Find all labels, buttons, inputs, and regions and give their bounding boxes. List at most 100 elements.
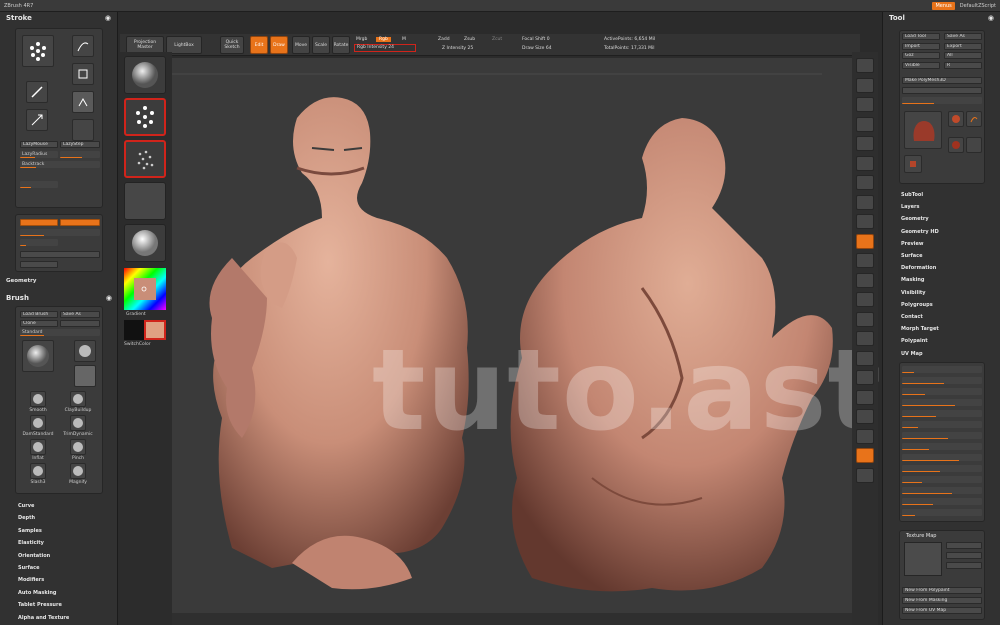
main-color-swatch[interactable] xyxy=(144,320,166,340)
right-section-item[interactable]: Morph Target xyxy=(901,326,939,332)
panel-menu-icon[interactable]: ◉ xyxy=(105,14,111,22)
rgb-toggle[interactable]: Rgb xyxy=(376,37,391,42)
view-control-button[interactable] xyxy=(856,155,874,171)
tool-action-button[interactable]: Load Tool xyxy=(902,33,940,40)
left-section-item[interactable]: Elasticity xyxy=(18,540,44,546)
subtool-slider[interactable] xyxy=(902,443,982,450)
view-control-button[interactable] xyxy=(856,350,874,366)
left-section-item[interactable]: Alpha and Texture xyxy=(18,615,69,621)
right-section-item[interactable]: Surface xyxy=(901,253,923,259)
mouse-avg-slider[interactable] xyxy=(20,181,58,188)
rgb-intensity-slider[interactable]: Rgb Intensity 24 xyxy=(354,44,416,52)
tool-action-button[interactable]: All xyxy=(944,52,982,59)
lazymouse-button[interactable]: LazyMouse xyxy=(20,141,58,148)
subtool-slider[interactable] xyxy=(902,410,982,417)
mrgb-toggle[interactable]: Mrgb xyxy=(356,37,367,42)
load-brush-button[interactable]: Load Brush xyxy=(20,311,58,318)
tool-action-button[interactable]: Save As xyxy=(944,33,982,40)
edit-button[interactable]: Edit xyxy=(250,36,268,54)
simplebrush-icon[interactable] xyxy=(966,137,982,153)
subtool-name-slider[interactable] xyxy=(902,97,982,104)
tool-action-button[interactable]: R xyxy=(944,61,982,69)
color-picker[interactable] xyxy=(124,268,166,310)
current-tool-thumbnail[interactable] xyxy=(904,111,942,149)
tool-action-button[interactable]: Import xyxy=(902,42,940,50)
quick-sketch-button[interactable]: Quick Sketch xyxy=(220,36,244,54)
brush-panel-header[interactable]: Brush ◉ xyxy=(0,292,118,304)
secondary-color-swatch[interactable] xyxy=(124,320,144,340)
shelf-material-icon[interactable] xyxy=(124,224,166,262)
subtool-slider[interactable] xyxy=(902,454,982,461)
save-as-brush-button[interactable]: Save As xyxy=(60,311,100,318)
subtool-slider[interactable] xyxy=(902,432,982,439)
subtool-slider[interactable] xyxy=(902,476,982,483)
brush-tile-icon[interactable] xyxy=(70,439,86,455)
clone-all-subtools-button[interactable] xyxy=(902,87,982,94)
brush-menu-icon[interactable]: ◉ xyxy=(106,294,112,302)
polymesh3d-icon[interactable] xyxy=(904,155,922,173)
path-button[interactable] xyxy=(20,261,58,268)
brush-tile-icon[interactable] xyxy=(30,463,46,479)
view-control-button[interactable] xyxy=(856,77,874,93)
spray-stroke-icon[interactable] xyxy=(72,63,94,85)
scale-button[interactable]: Scale xyxy=(312,36,330,54)
view-control-button[interactable] xyxy=(856,409,874,424)
dragdot-stroke-icon[interactable] xyxy=(26,81,48,103)
view-control-button[interactable] xyxy=(856,467,874,483)
pattern-brush-icon[interactable] xyxy=(74,365,96,387)
right-section-item[interactable]: Polygroups xyxy=(901,302,933,308)
right-section-item[interactable]: SubTool xyxy=(901,192,923,198)
left-section-item[interactable]: Auto Masking xyxy=(18,590,57,596)
view-control-button[interactable] xyxy=(856,370,874,385)
m-toggle[interactable]: M xyxy=(402,37,406,42)
texture-on-button[interactable] xyxy=(946,542,982,549)
right-section-item[interactable]: Visibility xyxy=(901,290,926,296)
view-control-button[interactable] xyxy=(856,233,874,249)
brush-tile-icon[interactable] xyxy=(70,391,86,407)
subtool-slider[interactable] xyxy=(902,465,982,472)
left-section-item[interactable]: Surface xyxy=(18,565,40,571)
left-section-item[interactable]: Tablet Pressure xyxy=(18,602,62,608)
gradient-label[interactable]: Gradient xyxy=(126,312,146,317)
subtool-slider[interactable] xyxy=(902,366,982,373)
view-control-button[interactable] xyxy=(856,272,874,288)
dots-stroke-icon[interactable] xyxy=(22,35,54,67)
right-section-item[interactable]: Deformation xyxy=(901,265,936,271)
view-control-button[interactable] xyxy=(856,214,874,229)
right-section-item[interactable]: UV Map xyxy=(901,351,923,357)
zadd-toggle[interactable]: Zadd xyxy=(438,37,450,42)
left-section-item[interactable]: Depth xyxy=(18,515,35,521)
left-section-item[interactable]: Modifiers xyxy=(18,577,44,583)
shelf-alpha-icon[interactable] xyxy=(124,140,166,178)
view-control-button[interactable] xyxy=(856,311,874,327)
select-brush-button[interactable] xyxy=(60,320,100,327)
right-section-item[interactable]: Masking xyxy=(901,277,925,283)
cylinder3d-icon[interactable] xyxy=(948,137,964,153)
lazyradius-2-slider[interactable] xyxy=(20,239,58,246)
left-section-item[interactable]: Orientation xyxy=(18,553,50,559)
texture-thumbnail[interactable] xyxy=(904,542,942,576)
rotate-button[interactable]: Rotate xyxy=(332,36,350,54)
view-control-button[interactable] xyxy=(856,175,874,190)
tool-panel-header[interactable]: Tool ◉ xyxy=(883,12,1000,24)
shelf-brush-icon[interactable] xyxy=(124,56,166,94)
brush-tile-icon[interactable] xyxy=(70,463,86,479)
view-control-button[interactable] xyxy=(856,448,874,463)
tool-action-button[interactable]: Goz xyxy=(902,52,940,59)
lazystep-slider[interactable] xyxy=(20,229,100,236)
z-intensity-slider[interactable]: Z Intensity 25 xyxy=(442,46,473,51)
subtool-slider[interactable] xyxy=(902,509,982,516)
brush-tile-icon[interactable] xyxy=(30,439,46,455)
view-control-button[interactable] xyxy=(856,292,874,307)
lazystep-button[interactable]: LazyStep xyxy=(60,141,100,148)
backtrack-button[interactable] xyxy=(20,251,100,258)
right-section-item[interactable]: Preview xyxy=(901,241,924,247)
zcut-toggle[interactable]: Zcut xyxy=(492,37,502,42)
spiral3d-icon[interactable] xyxy=(966,111,982,127)
tool-action-button[interactable]: Visible xyxy=(902,61,940,69)
backtrack-slider[interactable]: Backtrack xyxy=(20,161,100,168)
new-txtr-button[interactable] xyxy=(946,562,982,569)
tool-action-button[interactable]: Export xyxy=(944,42,982,50)
right-section-item[interactable]: Layers xyxy=(901,204,920,210)
view-control-button[interactable] xyxy=(856,194,874,210)
